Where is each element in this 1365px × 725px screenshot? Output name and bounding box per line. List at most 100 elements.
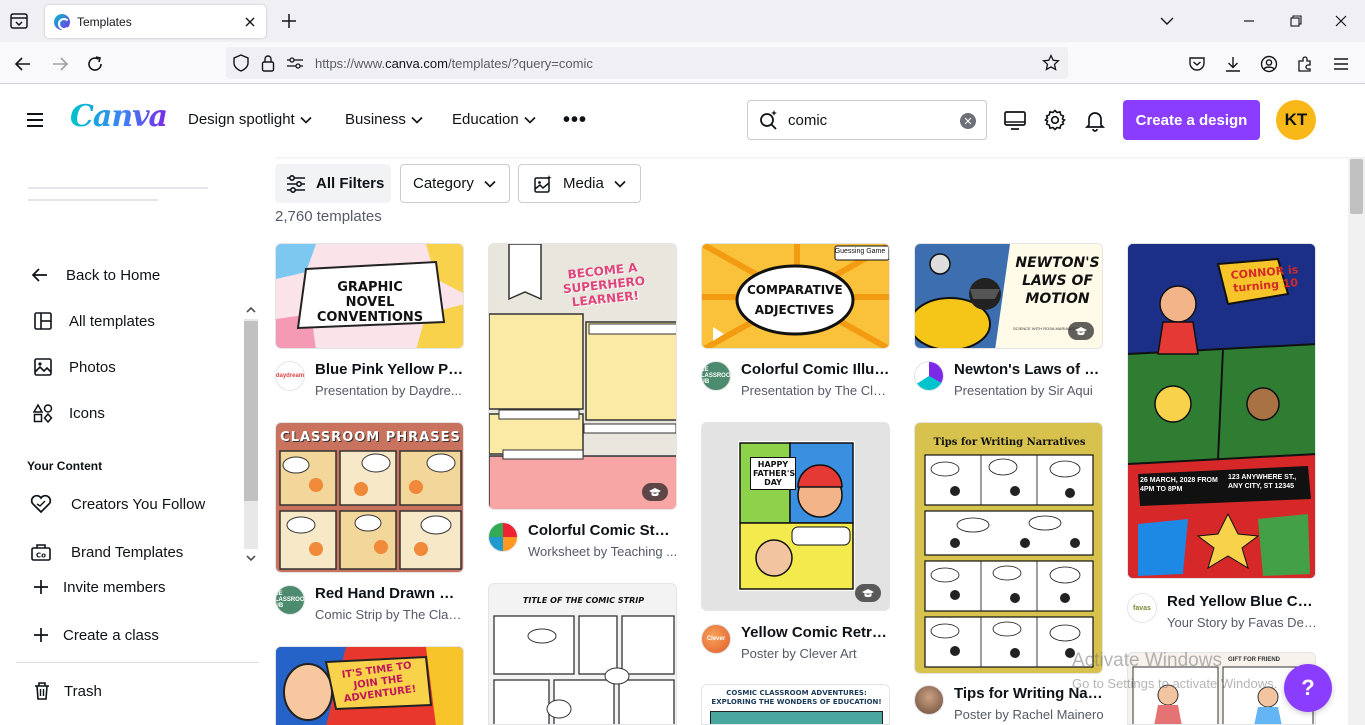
creator-avatar: THE CLASSROOM PUB (701, 361, 731, 391)
more-options-icon[interactable]: ••• (563, 109, 587, 132)
card-title[interactable]: Colorful Comic Styl... (528, 522, 678, 539)
lock-icon[interactable] (259, 54, 277, 72)
template-thumbnail[interactable]: Tips for Writing Narratives (914, 422, 1103, 674)
template-thumbnail[interactable]: IT'S TIME TO JOIN THE ADVENTURE! (275, 646, 464, 725)
tab-list-icon[interactable] (8, 10, 30, 32)
account-icon[interactable] (1256, 51, 1282, 77)
template-thumbnail[interactable]: TITLE OF THE COMIC STRIP (488, 583, 677, 725)
pocket-icon[interactable] (1184, 51, 1210, 77)
desktop-app-icon[interactable] (1003, 108, 1027, 132)
chevron-down-icon (524, 116, 536, 124)
thumbnail-title: GRAPHIC NOVEL CONVENTIONS (316, 280, 424, 325)
sidebar-item-create-class[interactable]: Create a class (31, 623, 159, 647)
sidebar-item-all-templates[interactable]: All templates (31, 309, 155, 333)
url-bar[interactable]: https://www.canva.com/templates/?query=c… (226, 47, 1068, 79)
category-filter-button[interactable]: Category (400, 164, 510, 203)
template-thumbnail[interactable]: NEWTON'S LAWS OF MOTION SCIENCE WITH ROS… (914, 243, 1103, 349)
close-window-icon[interactable] (1328, 8, 1354, 34)
creator-avatar: favas (1127, 593, 1157, 623)
sidebar-faded-header (28, 187, 208, 215)
nav-business[interactable]: Business (345, 111, 423, 128)
all-filters-label: All Filters (316, 175, 385, 192)
sidebar-scrollbar[interactable] (242, 301, 258, 571)
canva-logo[interactable]: Canva (70, 99, 168, 134)
card-title[interactable]: Blue Pink Yellow Pas... (315, 361, 465, 378)
card-title[interactable]: Red Yellow Blue Co... (1167, 593, 1317, 610)
search-input[interactable] (788, 111, 948, 129)
search-box[interactable]: ✕ (747, 100, 987, 140)
shield-icon[interactable] (232, 54, 250, 72)
forward-arrow-icon[interactable] (47, 51, 73, 77)
plus-icon (31, 623, 51, 647)
creator-avatar: daydream (275, 361, 305, 391)
scroll-thumb[interactable] (244, 321, 258, 501)
back-arrow-icon[interactable] (10, 51, 36, 77)
hamburger-menu-icon[interactable] (24, 109, 46, 131)
fathers-day-poster-image (702, 423, 889, 610)
card-subtitle: Comic Strip by The Clas... (315, 607, 465, 622)
sidebar-item-trash[interactable]: Trash (32, 679, 102, 703)
template-thumbnail[interactable]: COSMIC CLASSROOM ADVENTURES: EXPLORING T… (701, 684, 890, 725)
create-a-design-button[interactable]: Create a design (1123, 100, 1260, 140)
sidebar-item-creators-you-follow[interactable]: Creators You Follow (29, 492, 205, 516)
card-subtitle: Worksheet by Teaching ... (528, 544, 678, 559)
new-tab-icon[interactable] (278, 10, 300, 32)
page-scroll-thumb[interactable] (1350, 159, 1363, 214)
card-title[interactable]: Newton's Laws of M... (954, 361, 1104, 378)
card-subtitle: Poster by Clever Art (741, 646, 857, 661)
heart-icon (29, 492, 53, 516)
browser-nav-bar: https://www.canva.com/templates/?query=c… (0, 42, 1365, 84)
close-tab-icon[interactable] (238, 10, 262, 34)
sidebar-item-back-home[interactable]: Back to Home (28, 263, 160, 287)
download-icon[interactable] (1220, 51, 1246, 77)
browser-tab[interactable]: Templates (45, 5, 266, 38)
template-thumbnail[interactable]: CONNOR is turning 10 26 MARCH, 2028 FROM… (1127, 243, 1316, 579)
sidebar-item-label: Creators You Follow (71, 495, 206, 513)
template-thumbnail[interactable]: HAPPY FATHER'S DAY (701, 422, 890, 611)
nav-design-spotlight[interactable]: Design spotlight (188, 111, 312, 128)
sidebar-item-icons[interactable]: Icons (31, 401, 105, 425)
notifications-bell-icon[interactable] (1083, 108, 1107, 132)
creator-avatar (914, 361, 944, 391)
card-title[interactable]: Colorful Comic Illus... (741, 361, 891, 378)
scroll-down-icon[interactable] (245, 553, 257, 563)
shapes-icon (31, 401, 55, 425)
restore-icon[interactable] (1283, 8, 1309, 34)
card-subtitle: Presentation by Sir Aqui (954, 383, 1093, 398)
help-button[interactable]: ? (1284, 664, 1332, 712)
app-menu-icon[interactable] (1328, 51, 1354, 77)
page-scrollbar[interactable] (1348, 157, 1365, 725)
template-thumbnail[interactable]: CLASSROOM PHRASES (275, 422, 464, 573)
sidebar-item-invite-members[interactable]: Invite members (31, 575, 166, 599)
thumbnail-address: 123 ANYWHERE ST., ANY CITY, ST 12345 (1228, 474, 1297, 490)
template-thumbnail[interactable]: COMPARATIVE ADJECTIVES Guessing Game (701, 243, 890, 349)
thumbnail-title: COMPARATIVE ADJECTIVES (747, 283, 843, 317)
sidebar-item-photos[interactable]: Photos (31, 355, 116, 379)
education-badge-icon (855, 584, 881, 602)
minimize-icon[interactable] (1236, 8, 1262, 34)
user-avatar[interactable]: KT (1276, 100, 1316, 140)
activate-windows-watermark: Activate Windows (1072, 650, 1222, 671)
reload-icon[interactable] (82, 51, 108, 77)
bookmark-star-icon[interactable] (1042, 54, 1060, 72)
clear-search-icon[interactable]: ✕ (960, 113, 976, 129)
settings-gear-icon[interactable] (1043, 108, 1067, 132)
extensions-icon[interactable] (1292, 51, 1318, 77)
template-thumbnail[interactable]: GRAPHIC NOVEL CONVENTIONS (275, 243, 464, 349)
nav-label: Design spotlight (188, 111, 295, 128)
all-filters-button[interactable]: All Filters (275, 164, 391, 203)
nav-label: Business (345, 111, 406, 128)
permissions-icon[interactable] (286, 54, 304, 72)
template-thumbnail[interactable]: BECOME A SUPERHERO LEARNER! (488, 243, 677, 510)
tab-overflow-chevron-icon[interactable] (1154, 8, 1180, 34)
brand-icon: Co (29, 540, 53, 564)
nav-label: Education (452, 111, 519, 128)
sidebar-item-brand-templates[interactable]: Co Brand Templates (29, 540, 183, 564)
category-label: Category (413, 175, 474, 192)
nav-education[interactable]: Education (452, 111, 536, 128)
chevron-down-icon (614, 180, 626, 188)
scroll-up-icon[interactable] (245, 305, 257, 315)
card-title[interactable]: Red Hand Drawn Cl... (315, 585, 465, 602)
card-title[interactable]: Yellow Comic Retro ... (741, 624, 891, 641)
media-filter-button[interactable]: Media (518, 164, 641, 203)
